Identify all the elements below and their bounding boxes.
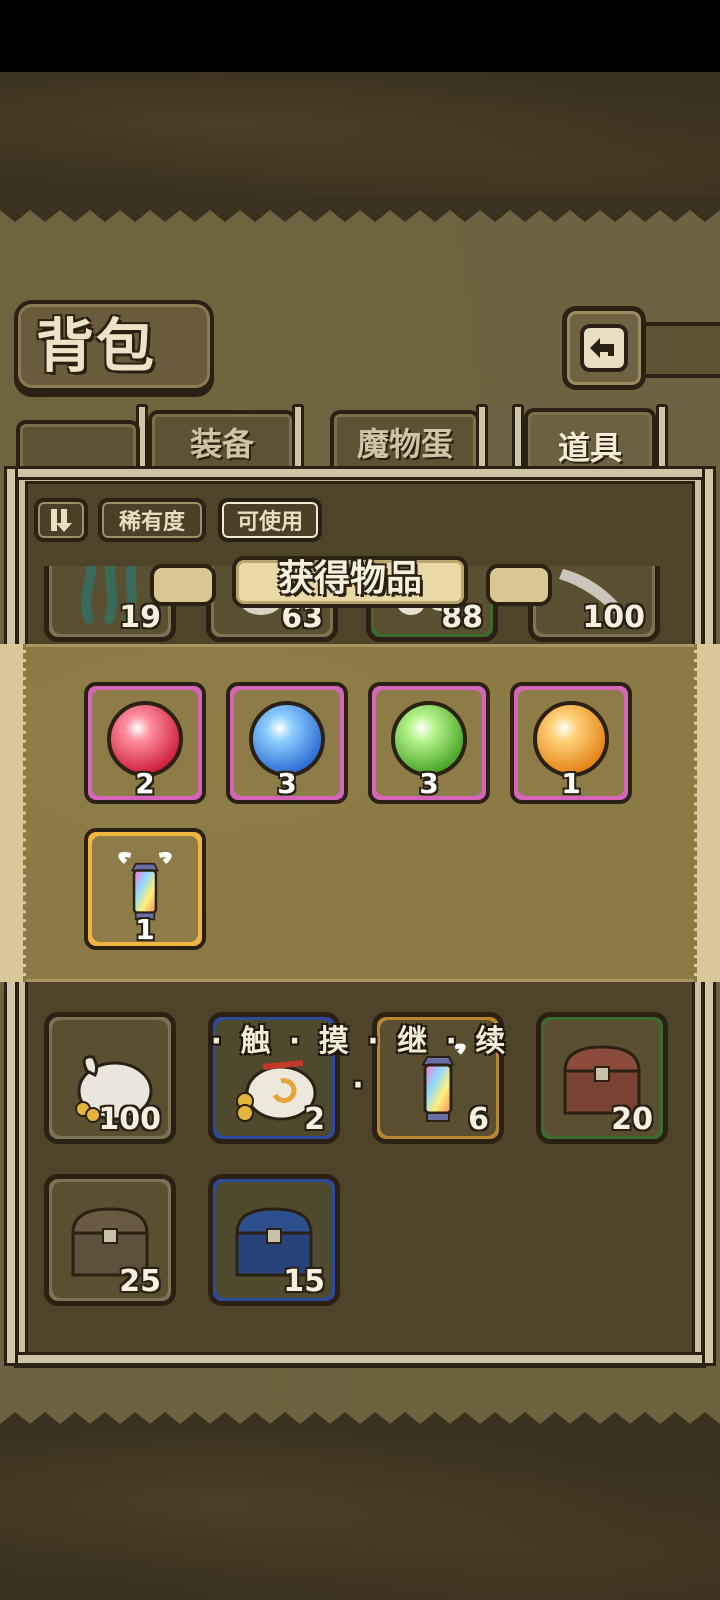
reward-item-red-orb[interactable]: 2 — [84, 682, 206, 804]
item-count: 6 — [468, 1102, 489, 1137]
reward-item-count: 3 — [419, 767, 439, 800]
continue-char: 触 — [240, 1024, 275, 1059]
item-wooden-chest[interactable]: 20 — [536, 1012, 668, 1144]
top-map-background — [0, 72, 720, 200]
reward-banner-right-edge — [694, 644, 720, 982]
reward-item-green-orb[interactable]: 3 — [368, 682, 490, 804]
panel-top-rail — [4, 466, 716, 480]
touch-to-continue-prompt[interactable]: · 触 · 摸 · 继 · 续 · — [200, 1020, 520, 1103]
status-bar — [0, 0, 720, 72]
item-count: 15 — [283, 1264, 325, 1299]
torn-edge-top — [0, 196, 720, 222]
reward-title-ornament-right — [486, 564, 552, 606]
reward-item-count: 1 — [135, 913, 155, 946]
continue-char: 摸 — [318, 1024, 353, 1059]
continue-char: 继 — [397, 1024, 432, 1059]
reward-item-angel-lantern[interactable]: 1 — [84, 828, 206, 950]
item-count: 25 — [119, 1264, 161, 1299]
item-coin-sack[interactable]: 100 — [44, 1012, 176, 1144]
reward-item-orange-orb[interactable]: 1 — [510, 682, 632, 804]
usable-filter-button[interactable]: 可使用 — [218, 498, 322, 542]
sort-toggle-icon — [51, 509, 72, 532]
reward-item-count: 2 — [135, 767, 155, 800]
page-title: 背包 — [36, 312, 157, 380]
partial-item-count: 100 — [582, 600, 645, 635]
tab-divider — [292, 404, 304, 474]
back-button[interactable] — [562, 306, 646, 390]
bottom-map-background — [0, 1438, 720, 1600]
item-count: 2 — [304, 1102, 325, 1137]
item-count: 100 — [98, 1102, 161, 1137]
item-count: 20 — [611, 1102, 653, 1137]
rarity-filter-label: 稀有度 — [118, 510, 185, 535]
tab-divider — [476, 404, 488, 474]
usable-filter-label: 可使用 — [236, 510, 303, 535]
continue-char: 续 — [475, 1024, 510, 1059]
partial-item-count: 19 — [119, 600, 161, 635]
rarity-filter-button[interactable]: 稀有度 — [98, 498, 206, 542]
torn-edge-bottom — [0, 1412, 720, 1438]
tab-monster-egg[interactable]: 魔物蛋 — [330, 410, 480, 470]
reward-banner-left-edge — [0, 644, 26, 982]
item-blue-chest[interactable]: 15 — [208, 1174, 340, 1306]
tab-equipment[interactable]: 装备 — [148, 410, 296, 470]
reward-title: 获得物品 — [277, 557, 422, 599]
panel-bottom-rail — [4, 1352, 716, 1366]
sort-order-button[interactable] — [34, 498, 88, 542]
reward-item-blue-orb[interactable]: 3 — [226, 682, 348, 804]
reward-item-count: 1 — [561, 767, 581, 800]
back-arrow-icon — [580, 324, 628, 372]
reward-title-ornament-left — [150, 564, 216, 606]
tab-monster-egg-label: 魔物蛋 — [356, 425, 453, 463]
tab-equipment-label: 装备 — [189, 425, 254, 463]
reward-item-count: 3 — [277, 767, 297, 800]
tab-items-label: 道具 — [557, 429, 622, 467]
item-iron-chest[interactable]: 25 — [44, 1174, 176, 1306]
